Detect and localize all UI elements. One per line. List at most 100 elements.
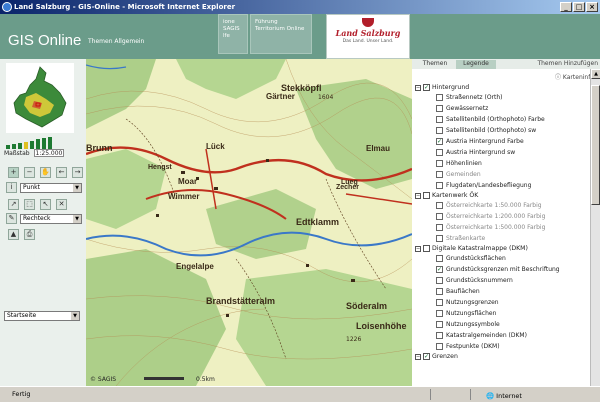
layer-item[interactable]: Straßenkarte bbox=[414, 233, 586, 244]
forward-arrow-icon[interactable]: → bbox=[72, 167, 83, 178]
layer-checkbox[interactable] bbox=[436, 255, 443, 262]
expand-collapse-icon[interactable]: − bbox=[415, 246, 421, 252]
upload-icon[interactable]: ▲ bbox=[8, 229, 19, 240]
back-arrow-icon[interactable]: ← bbox=[56, 167, 67, 178]
layer-group[interactable]: − Digitale Katastralmappe (DKM) bbox=[414, 244, 586, 253]
layer-item[interactable]: Grundstücksflächen bbox=[414, 253, 586, 264]
clear-selection-icon[interactable]: ✕ bbox=[56, 199, 67, 210]
info-query-icon[interactable]: i bbox=[6, 182, 17, 193]
draw-pen-icon[interactable]: ✎ bbox=[6, 213, 17, 224]
layer-item[interactable]: Grundstücksnummern bbox=[414, 275, 586, 286]
scroll-up-icon[interactable]: ▲ bbox=[591, 69, 600, 79]
land-salzburg-logo[interactable]: Land Salzburg Das Land. Unser Land. bbox=[326, 14, 410, 59]
layer-group[interactable]: − ✓ Hintergrund bbox=[414, 83, 586, 92]
layer-checkbox[interactable]: ✓ bbox=[436, 138, 443, 145]
layer-checkbox[interactable] bbox=[436, 332, 443, 339]
draw-shape-select[interactable]: Rechteck ▼ bbox=[20, 214, 82, 224]
map-info-link[interactable]: ⓘ Karteninfo bbox=[555, 72, 594, 81]
nav-link-sagis[interactable]: ione SAGIS lfe bbox=[218, 14, 248, 54]
layer-checkbox[interactable] bbox=[436, 288, 443, 295]
query-type-select[interactable]: Punkt ▼ bbox=[20, 183, 82, 193]
tab-legende[interactable]: Legende bbox=[456, 60, 496, 69]
nav-link-fuehrung[interactable]: Führung Territorium Online bbox=[250, 14, 312, 54]
layer-item[interactable]: Straßennetz (Orth) bbox=[414, 92, 586, 103]
select-tool-icon[interactable]: ↖ bbox=[40, 199, 51, 210]
layer-item[interactable]: Festpunkte (DKM) bbox=[414, 341, 586, 352]
chevron-down-icon: ▼ bbox=[73, 184, 81, 192]
layer-item[interactable]: Österreichkarte 1:50.000 Farbig bbox=[414, 200, 586, 211]
layer-checkbox[interactable] bbox=[436, 202, 443, 209]
layer-checkbox[interactable] bbox=[436, 299, 443, 306]
layer-checkbox[interactable] bbox=[436, 94, 443, 101]
expand-collapse-icon[interactable]: − bbox=[415, 354, 421, 360]
map-canvas[interactable]: Stekköpfl Brunn Hengst Gärtner Moar Lück Wimme… bbox=[86, 59, 412, 386]
layer-item[interactable]: ✓ Austria Hintergrund Farbe bbox=[414, 136, 586, 147]
layer-item[interactable]: Nutzungsgrenzen bbox=[414, 297, 586, 308]
layer-checkbox[interactable] bbox=[436, 105, 443, 112]
layer-item[interactable]: Nutzungsflächen bbox=[414, 308, 586, 319]
add-themes-link[interactable]: Themen Hinzufügen bbox=[537, 60, 598, 67]
layer-checkbox[interactable] bbox=[436, 224, 443, 231]
layer-item[interactable]: ✓ Grundstücksgrenzen mit Beschriftung bbox=[414, 264, 586, 275]
pan-hand-icon[interactable]: ✋ bbox=[40, 167, 51, 178]
expand-collapse-icon[interactable]: − bbox=[415, 193, 421, 199]
print-icon[interactable]: ⎙ bbox=[24, 229, 35, 240]
scale-input[interactable]: 1:25.000 bbox=[33, 149, 64, 157]
layer-checkbox[interactable] bbox=[436, 321, 443, 328]
layer-item[interactable]: Austria Hintergrund sw bbox=[414, 147, 586, 158]
layer-checkbox[interactable] bbox=[436, 343, 443, 350]
startpage-select[interactable]: Startseite ▼ bbox=[4, 311, 80, 321]
layer-checkbox[interactable] bbox=[436, 182, 443, 189]
overview-map[interactable] bbox=[6, 63, 74, 133]
layer-item[interactable]: Flugdaten/Landesbefliegung bbox=[414, 180, 586, 191]
layer-item[interactable]: Katastralgemeinden (DKM) bbox=[414, 330, 586, 341]
zoom-level-segment[interactable] bbox=[48, 137, 52, 150]
topographic-map[interactable]: StekköpflBrunnHengstGärtnerMoarLückWimme… bbox=[86, 59, 412, 386]
maximize-button[interactable]: □ bbox=[573, 2, 585, 12]
tab-themen[interactable]: Themen bbox=[416, 60, 454, 69]
layer-group[interactable]: − ✓ Grenzen bbox=[414, 352, 586, 361]
zoom-in-icon[interactable]: + bbox=[8, 167, 19, 178]
measure-area-icon[interactable]: ⬚ bbox=[24, 199, 35, 210]
layer-checkbox[interactable] bbox=[436, 235, 443, 242]
minimize-button[interactable]: _ bbox=[560, 2, 572, 12]
expand-collapse-icon[interactable]: − bbox=[415, 85, 421, 91]
layer-group-checkbox[interactable]: ✓ bbox=[423, 84, 430, 91]
layer-item[interactable]: Satellitenbild (Orthophoto) Farbe bbox=[414, 114, 586, 125]
layer-item[interactable]: Baufiächen bbox=[414, 286, 586, 297]
zoom-out-icon[interactable]: − bbox=[24, 167, 35, 178]
layer-item[interactable]: Nutzungssymbole bbox=[414, 319, 586, 330]
layer-group-checkbox[interactable] bbox=[423, 192, 430, 199]
layer-checkbox[interactable] bbox=[436, 310, 443, 317]
zoom-level-bar[interactable] bbox=[6, 137, 52, 150]
zoom-level-segment[interactable] bbox=[36, 139, 40, 150]
layer-label: Straßennetz (Orth) bbox=[446, 94, 503, 101]
layer-checkbox[interactable] bbox=[436, 171, 443, 178]
layer-checkbox[interactable]: ✓ bbox=[436, 266, 443, 273]
layer-checkbox[interactable] bbox=[436, 127, 443, 134]
layer-label: Katastralgemeinden (DKM) bbox=[446, 332, 527, 339]
layer-item[interactable]: Österreichkarte 1:200.000 Farbig bbox=[414, 211, 586, 222]
map-place-label: Lueg bbox=[341, 179, 358, 186]
layer-item[interactable]: Gewässernetz bbox=[414, 103, 586, 114]
layer-group[interactable]: − Kartenwerk ÖK bbox=[414, 191, 586, 200]
layer-scrollbar[interactable]: ▲ bbox=[590, 69, 600, 386]
layer-group-checkbox[interactable]: ✓ bbox=[423, 353, 430, 360]
layer-item[interactable]: Gemeinden bbox=[414, 169, 586, 180]
scroll-thumb[interactable] bbox=[591, 85, 600, 205]
layer-checkbox[interactable] bbox=[436, 116, 443, 123]
logo-text: Land Salzburg bbox=[335, 28, 401, 38]
chevron-down-icon: ▼ bbox=[73, 215, 81, 223]
zoom-level-segment[interactable] bbox=[42, 138, 46, 150]
layer-item[interactable]: Satellitenbild (Orthophoto) sw bbox=[414, 125, 586, 136]
measure-distance-icon[interactable]: ↗ bbox=[8, 199, 19, 210]
layer-checkbox[interactable] bbox=[436, 160, 443, 167]
layer-checkbox[interactable] bbox=[436, 277, 443, 284]
layer-panel: Themen Legende Themen Hinzufügen ⓘ Karte… bbox=[412, 59, 600, 386]
layer-checkbox[interactable] bbox=[436, 213, 443, 220]
layer-item[interactable]: Österreichkarte 1:500.000 Farbig bbox=[414, 222, 586, 233]
close-button[interactable]: × bbox=[586, 2, 598, 12]
layer-item[interactable]: Höhenlinien bbox=[414, 158, 586, 169]
layer-checkbox[interactable] bbox=[436, 149, 443, 156]
layer-group-checkbox[interactable] bbox=[423, 245, 430, 252]
